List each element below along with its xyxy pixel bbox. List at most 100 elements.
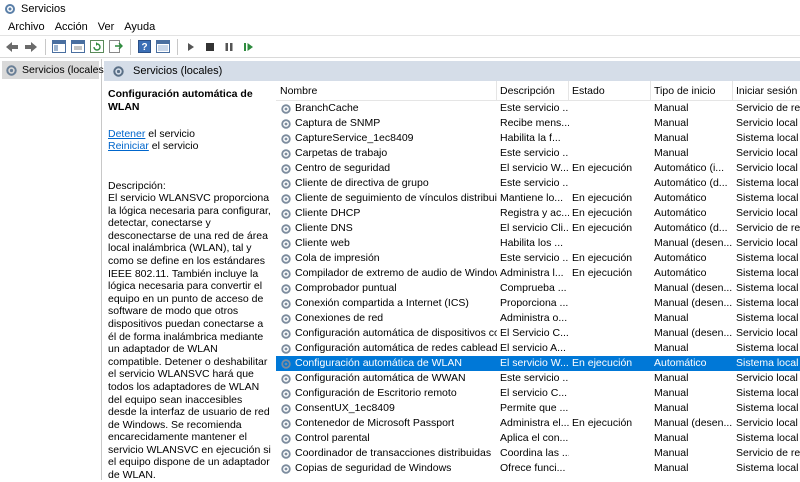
menu-ayuda[interactable]: Ayuda xyxy=(119,21,160,33)
service-row[interactable]: Coordinador de transacciones distribuida… xyxy=(276,446,800,461)
service-row[interactable]: Cola de impresión Este servicio ... En eje… xyxy=(276,251,800,266)
service-logon: Sistema local xyxy=(736,192,799,204)
service-description-cell: Coordina las ... xyxy=(500,447,569,459)
menu-ver[interactable]: Ver xyxy=(93,21,120,33)
service-row[interactable]: Captura de SNMP Recibe mens... Manual Servi… xyxy=(276,116,800,131)
menu-accion[interactable]: Acción xyxy=(50,21,93,33)
resume-service-button[interactable] xyxy=(239,38,257,56)
service-logon: Servicio de red xyxy=(736,447,800,459)
service-startup-type: Automático xyxy=(654,252,707,264)
service-logon: Servicio local xyxy=(736,417,798,429)
service-startup-type: Automático xyxy=(654,207,707,219)
service-description-cell: Mantiene lo... xyxy=(500,192,564,204)
start-service-button[interactable] xyxy=(182,38,200,56)
column-header-description[interactable]: Descripción xyxy=(497,81,569,101)
service-row[interactable]: ConsentUX_1ec8409 Permite que ... Manual Si… xyxy=(276,401,800,416)
service-row[interactable]: Configuración automática de redes cablea… xyxy=(276,341,800,356)
service-gear-icon xyxy=(281,283,291,294)
service-gear-icon xyxy=(281,343,291,354)
service-row[interactable]: Configuración automática de dispositivos… xyxy=(276,326,800,341)
description-label: Descripción: xyxy=(108,180,166,192)
back-button[interactable] xyxy=(3,38,21,56)
service-logon: Servicio local xyxy=(736,327,798,339)
column-header-name[interactable]: Nombre xyxy=(276,81,497,101)
action-stop: Detener el servicio xyxy=(108,128,272,140)
services-gear-icon xyxy=(6,64,17,76)
service-row[interactable]: Cliente DNS El servicio Cli... En ejecució… xyxy=(276,221,800,236)
export-list-button[interactable] xyxy=(107,38,125,56)
action-suffix: el servicio xyxy=(148,140,199,152)
service-state xyxy=(569,326,651,341)
service-startup-type: Manual xyxy=(654,447,689,459)
service-row[interactable]: Cliente de directiva de grupo Este servic… xyxy=(276,176,800,191)
service-logon: Sistema local xyxy=(736,387,799,399)
forward-button[interactable] xyxy=(22,38,40,56)
service-row[interactable]: Centro de seguridad El servicio W... En ej… xyxy=(276,161,800,176)
tree-item-local-services[interactable]: Servicios (locales) xyxy=(2,61,107,79)
service-row[interactable]: Configuración automática de WLAN El servi… xyxy=(276,356,800,371)
service-row[interactable]: Control parental Aplica el con... Manual Si… xyxy=(276,431,800,446)
service-name: Carpetas de trabajo xyxy=(276,146,497,161)
service-row[interactable]: Cliente DHCP Registra y ac... En ejecución… xyxy=(276,206,800,221)
mmc-view-button[interactable] xyxy=(154,38,172,56)
properties-button[interactable] xyxy=(69,38,87,56)
service-name-label: Configuración automática de redes cablea… xyxy=(295,342,497,354)
service-state xyxy=(569,116,651,131)
service-row[interactable]: BranchCache Este servicio ... Manual Servic… xyxy=(276,101,800,116)
service-name: Contenedor de Microsoft Passport xyxy=(276,416,497,431)
service-name: Comprobador puntual xyxy=(276,281,497,296)
service-description-cell: El Servicio C... xyxy=(500,327,569,339)
service-row[interactable]: Conexión compartida a Internet (ICS) Prop… xyxy=(276,296,800,311)
service-gear-icon xyxy=(281,133,291,144)
refresh-icon xyxy=(90,40,104,53)
service-gear-icon xyxy=(281,193,291,204)
help-button[interactable]: ? xyxy=(135,38,153,56)
service-name: Captura de SNMP xyxy=(276,116,497,131)
service-state xyxy=(569,131,651,146)
service-gear-icon xyxy=(281,148,291,159)
service-description-cell: Registra y ac... xyxy=(500,207,569,219)
service-state xyxy=(569,236,651,251)
service-logon: Servicio local xyxy=(736,117,798,129)
service-startup-type: Manual (desen... xyxy=(654,417,733,429)
service-name: Compilador de extremo de audio de Window… xyxy=(276,266,497,281)
service-name-label: Centro de seguridad xyxy=(295,162,391,174)
service-description-cell: Este servicio ... xyxy=(500,177,569,189)
service-startup-type: Manual xyxy=(654,402,689,414)
service-logon: Servicio de red xyxy=(736,102,800,114)
list-header: Nombre Descripción Estado Tipo de inicio… xyxy=(276,81,800,101)
service-startup-type: Manual xyxy=(654,312,689,324)
service-row[interactable]: CaptureService_1ec8409 Habilita la f... Ma… xyxy=(276,131,800,146)
service-row[interactable]: Comprobador puntual Comprueba ... Manual (… xyxy=(276,281,800,296)
pause-service-button[interactable] xyxy=(220,38,238,56)
column-header-logon[interactable]: Iniciar sesión c xyxy=(733,81,800,101)
service-logon: Servicio local xyxy=(736,372,798,384)
service-logon: Sistema local xyxy=(736,132,799,144)
refresh-button[interactable] xyxy=(88,38,106,56)
service-logon: Sistema local xyxy=(736,177,799,189)
service-row[interactable]: Carpetas de trabajo Este servicio ... Manu… xyxy=(276,146,800,161)
service-row[interactable]: Cliente de seguimiento de vínculos distr… xyxy=(276,191,800,206)
service-logon: Sistema local xyxy=(736,357,799,369)
service-row[interactable]: Contenedor de Microsoft Passport Administ… xyxy=(276,416,800,431)
menu-archivo[interactable]: Archivo xyxy=(3,21,50,33)
service-row[interactable]: Compilador de extremo de audio de Window… xyxy=(276,266,800,281)
resume-icon xyxy=(243,42,253,51)
column-header-startup-type[interactable]: Tipo de inicio xyxy=(651,81,733,101)
stop-service-link[interactable]: Detener xyxy=(108,128,145,140)
service-gear-icon xyxy=(281,388,291,399)
console-tree-button[interactable] xyxy=(50,38,68,56)
action-restart: Reiniciar el servicio xyxy=(108,140,272,152)
service-row[interactable]: Configuración de Escritorio remoto El ser… xyxy=(276,386,800,401)
service-state: En ejecución xyxy=(572,207,633,219)
restart-service-link[interactable]: Reiniciar xyxy=(108,140,149,152)
service-row[interactable]: Configuración automática de WWAN Este ser… xyxy=(276,371,800,386)
service-row[interactable]: Cliente web Habilita los ... Manual (desen… xyxy=(276,236,800,251)
service-row[interactable]: Copias de seguridad de Windows Ofrece fun… xyxy=(276,461,800,476)
service-name-label: Coordinador de transacciones distribuida… xyxy=(295,447,492,459)
forward-arrow-icon xyxy=(25,41,37,52)
service-row[interactable]: Conexiones de red Administra o... Manual Si… xyxy=(276,311,800,326)
service-state xyxy=(569,431,651,446)
column-header-state[interactable]: Estado xyxy=(569,81,651,101)
stop-service-button[interactable] xyxy=(201,38,219,56)
